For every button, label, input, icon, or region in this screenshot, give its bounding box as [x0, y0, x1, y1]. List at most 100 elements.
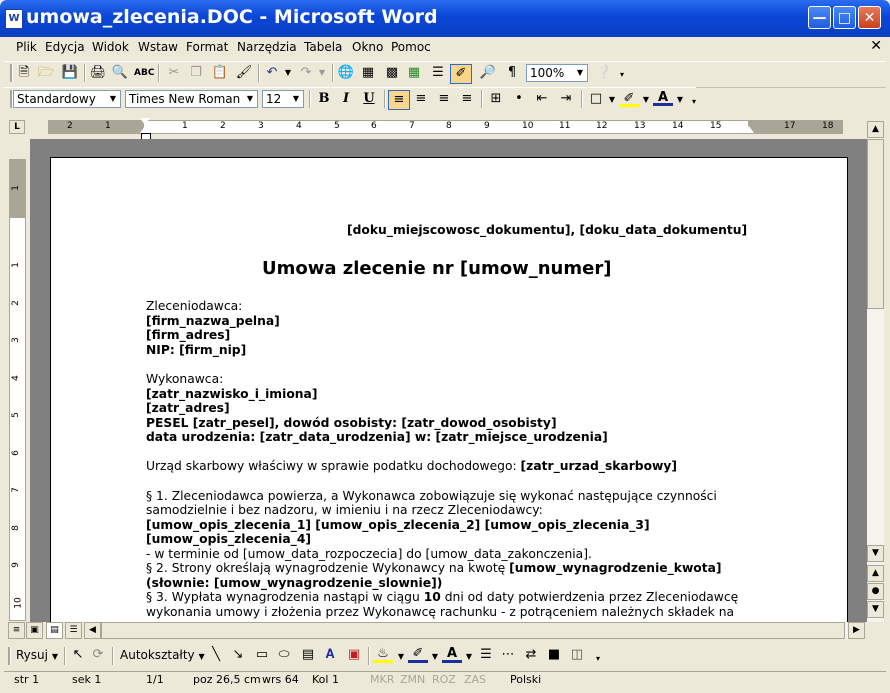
format-painter-icon[interactable]: 🖌 [234, 64, 254, 82]
browse-object-button[interactable]: ● [867, 583, 884, 600]
normal-view-button[interactable]: ≡ [8, 622, 25, 639]
previous-page-button[interactable]: ▲ [867, 565, 884, 582]
status-overtype[interactable]: ZAS [464, 673, 486, 686]
redo-dropdown-icon[interactable]: ▼ [312, 64, 332, 82]
separator [64, 647, 66, 665]
arrow-style-icon[interactable]: ⇄ [521, 646, 541, 664]
minimize-button[interactable]: — [808, 6, 831, 29]
paragraph-1-line-5: - w terminie od [umow_data_rozpoczecia] … [146, 546, 592, 561]
scroll-up-button[interactable]: ▲ [867, 121, 884, 138]
menu-wstaw[interactable]: Wstaw [138, 40, 178, 54]
wordart-icon[interactable]: 𝐀 [320, 646, 340, 664]
text-box-icon[interactable]: ▤ [298, 646, 318, 664]
italic-icon[interactable]: I [336, 90, 356, 108]
menu-pomoc[interactable]: Pomoc [391, 40, 431, 54]
menu-widok[interactable]: Widok [92, 40, 129, 54]
fill-color-icon[interactable]: ♨ [373, 645, 393, 663]
web-view-button[interactable]: ▣ [26, 622, 43, 639]
status-record[interactable]: MKR [370, 673, 394, 686]
menu-narzedzia[interactable]: Narzędzia [237, 40, 297, 54]
insert-excel-icon[interactable]: ▦ [404, 64, 424, 82]
scroll-down-button[interactable]: ▼ [867, 545, 884, 562]
font-select[interactable]: Times New Roman ▼ [125, 90, 258, 108]
status-track-changes[interactable]: ZMN [400, 673, 425, 686]
scroll-thumb[interactable] [867, 139, 884, 309]
autoshapes-menu-button[interactable]: Autokształty ▼ [120, 648, 205, 662]
spelling-icon[interactable]: ABC [134, 64, 154, 82]
drawing-icon[interactable]: ✐ [450, 64, 472, 84]
copy-icon[interactable]: ❐ [186, 64, 206, 82]
paste-icon[interactable]: 📋 [210, 64, 230, 82]
ruler-label: 8 [446, 121, 452, 131]
columns-icon[interactable]: ☰ [428, 64, 448, 82]
scroll-left-button[interactable]: ◀ [84, 622, 101, 639]
decrease-indent-icon[interactable]: ⇤ [532, 90, 552, 108]
close-button[interactable]: ✕ [858, 6, 881, 29]
line-icon[interactable]: ╲ [206, 646, 226, 664]
toolbar-grip[interactable] [8, 647, 11, 665]
undo-dropdown-icon[interactable]: ▼ [278, 64, 298, 82]
line-style-icon[interactable]: ☰ [476, 646, 496, 664]
select-objects-icon[interactable]: ↖ [68, 646, 88, 664]
justify-icon[interactable]: ≡ [457, 90, 477, 108]
3d-style-icon[interactable]: ◫ [567, 646, 587, 664]
style-select[interactable]: Standardowy ▼ [13, 90, 121, 108]
tables-borders-icon[interactable]: ▦ [358, 64, 378, 82]
right-indent-marker[interactable] [744, 126, 754, 133]
insert-table-icon[interactable]: ▩ [382, 64, 402, 82]
dash-style-icon[interactable]: ⋯ [498, 646, 518, 664]
menu-edycja[interactable]: Edycja [45, 40, 85, 54]
document-page[interactable]: [doku_miejscowosc_dokumentu], [doku_data… [50, 157, 848, 629]
rectangle-icon[interactable]: ▭ [252, 646, 272, 664]
tab-selector[interactable]: L [9, 120, 25, 134]
menu-plik[interactable]: Plik [16, 40, 37, 54]
horizontal-scroll-thumb[interactable] [101, 622, 845, 639]
toolbar-grip[interactable] [10, 64, 13, 82]
menu-format[interactable]: Format [186, 40, 228, 54]
cut-icon[interactable]: ✂ [164, 64, 184, 82]
align-right-icon[interactable]: ≡ [434, 90, 454, 108]
word-app-icon[interactable]: W [5, 9, 23, 29]
toolbar-options-icon[interactable]: ▾ [684, 93, 704, 111]
help-icon[interactable]: ❔ [594, 64, 614, 82]
separator [332, 64, 334, 82]
new-document-icon[interactable]: 🗎 [14, 64, 34, 82]
zoom-select[interactable]: 100% ▼ [526, 64, 588, 82]
menu-tabela[interactable]: Tabela [304, 40, 342, 54]
toolbar-options-icon[interactable]: ▾ [612, 66, 632, 84]
draw-menu-button[interactable]: Rysuj ▼ [16, 648, 58, 662]
hyperlink-icon[interactable]: 🌐 [336, 64, 356, 82]
outline-view-button[interactable]: ☰ [65, 622, 82, 639]
font-size-select[interactable]: 12 ▼ [262, 90, 304, 108]
bullets-icon[interactable]: • [509, 90, 529, 108]
status-language[interactable]: Polski [510, 673, 541, 686]
clipart-icon[interactable]: ▣ [344, 646, 364, 664]
scroll-right-button[interactable]: ▶ [848, 622, 865, 639]
save-icon[interactable]: 💾 [60, 64, 80, 82]
print-preview-icon[interactable]: 🔍 [110, 64, 130, 82]
status-extend[interactable]: ROZ [432, 673, 456, 686]
next-page-button[interactable]: ▼ [867, 601, 884, 618]
open-folder-icon[interactable]: 🗁 [36, 64, 56, 82]
menu-okno[interactable]: Okno [352, 40, 383, 54]
shadow-style-icon[interactable]: ■ [544, 646, 564, 664]
first-line-indent-marker[interactable] [140, 118, 150, 125]
ruler-label: 6 [371, 121, 377, 131]
toolbar-options-icon[interactable]: ▾ [588, 650, 608, 668]
increase-indent-icon[interactable]: ⇥ [556, 90, 576, 108]
maximize-button[interactable]: □ [833, 6, 856, 29]
numbering-icon[interactable]: ⊞ [486, 90, 506, 108]
document-map-icon[interactable]: 🔎 [478, 64, 498, 82]
hanging-indent-marker[interactable] [140, 126, 150, 133]
print-icon[interactable]: 🖨 [88, 64, 108, 82]
free-rotate-icon[interactable]: ⟳ [88, 646, 108, 664]
bold-icon[interactable]: B [314, 90, 334, 108]
arrow-icon[interactable]: ↘ [228, 646, 248, 664]
align-left-icon[interactable]: ≡ [388, 90, 410, 110]
print-layout-button[interactable]: ▤ [46, 622, 63, 639]
underline-icon[interactable]: U [359, 90, 379, 108]
oval-icon[interactable]: ⬭ [274, 646, 294, 664]
show-hide-icon[interactable]: ¶ [502, 64, 522, 82]
document-close-icon[interactable]: ✕ [870, 38, 882, 54]
align-center-icon[interactable]: ≡ [411, 90, 431, 108]
